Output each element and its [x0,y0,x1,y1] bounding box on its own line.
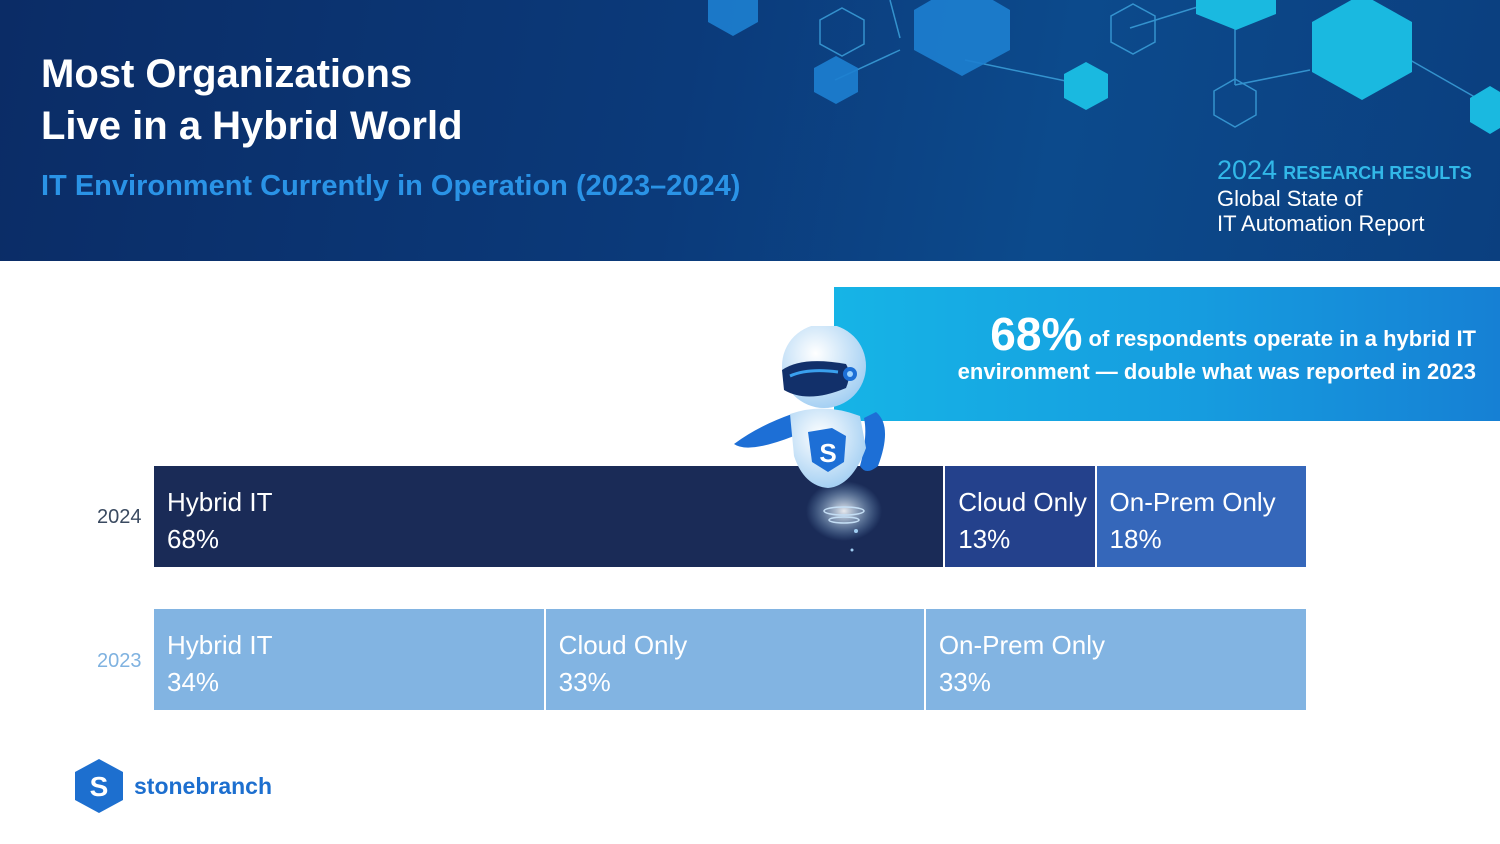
robot-mascot-icon: S [734,326,886,552]
segment-label: On-Prem Only [1109,487,1276,517]
svg-text:S: S [819,438,836,468]
bar-segment-hybrid-2023: Hybrid IT 34% [154,609,546,710]
segment-label: Hybrid IT [167,630,273,660]
bar-segment-onprem-2023: On-Prem Only 33% [925,609,1306,710]
chart-subtitle: IT Environment Currently in Operation (2… [41,170,741,202]
bar-segment-onprem-2024: On-Prem Only 18% [1096,466,1306,567]
page-title-line2: Live in a Hybrid World [41,104,463,148]
callout-banner: 68% of respondents operate in a hybrid I… [834,287,1500,421]
segment-value: 34% [167,667,220,697]
callout-big-value: 68% [990,308,1083,360]
research-results-label: RESEARCH RESULTS [1283,163,1472,183]
bar-segment-cloud-2023: Cloud Only 33% [545,609,926,710]
year-label-2023: 2023 [97,650,142,672]
segment-label: Cloud Only [558,630,688,660]
stonebranch-logo-icon: S [75,759,123,813]
report-title-line1: Global State of [1217,186,1363,211]
research-badge: 2024 RESEARCH RESULTS Global State of IT… [1217,155,1472,237]
logo-mark: S [90,771,109,802]
page-title-line1: Most Organizations [41,52,413,96]
segment-value: 18% [1109,524,1162,554]
callout-line2: environment — double what was reported i… [957,359,1476,384]
stonebranch-logo: S stonebranch [74,758,272,814]
research-year: 2024 [1217,155,1278,185]
stacked-bar-2023: Hybrid IT 34% Cloud Only 33% On-Prem Only 3… [154,609,1306,710]
year-label-2024: 2024 [97,506,142,528]
logo-text: stonebranch [134,772,273,799]
report-title-line2: IT Automation Report [1217,211,1425,236]
segment-value: 33% [558,667,611,697]
segment-value: 33% [938,667,991,697]
segment-label: Cloud Only [958,487,1087,517]
bar-segment-cloud-2024: Cloud Only 13% [945,466,1097,567]
segment-value: 13% [958,524,1011,554]
callout-line1: of respondents operate in a hybrid IT [1088,326,1477,351]
header-banner: Most Organizations Live in a Hybrid Worl… [0,0,1500,261]
segment-label: On-Prem Only [938,630,1105,660]
